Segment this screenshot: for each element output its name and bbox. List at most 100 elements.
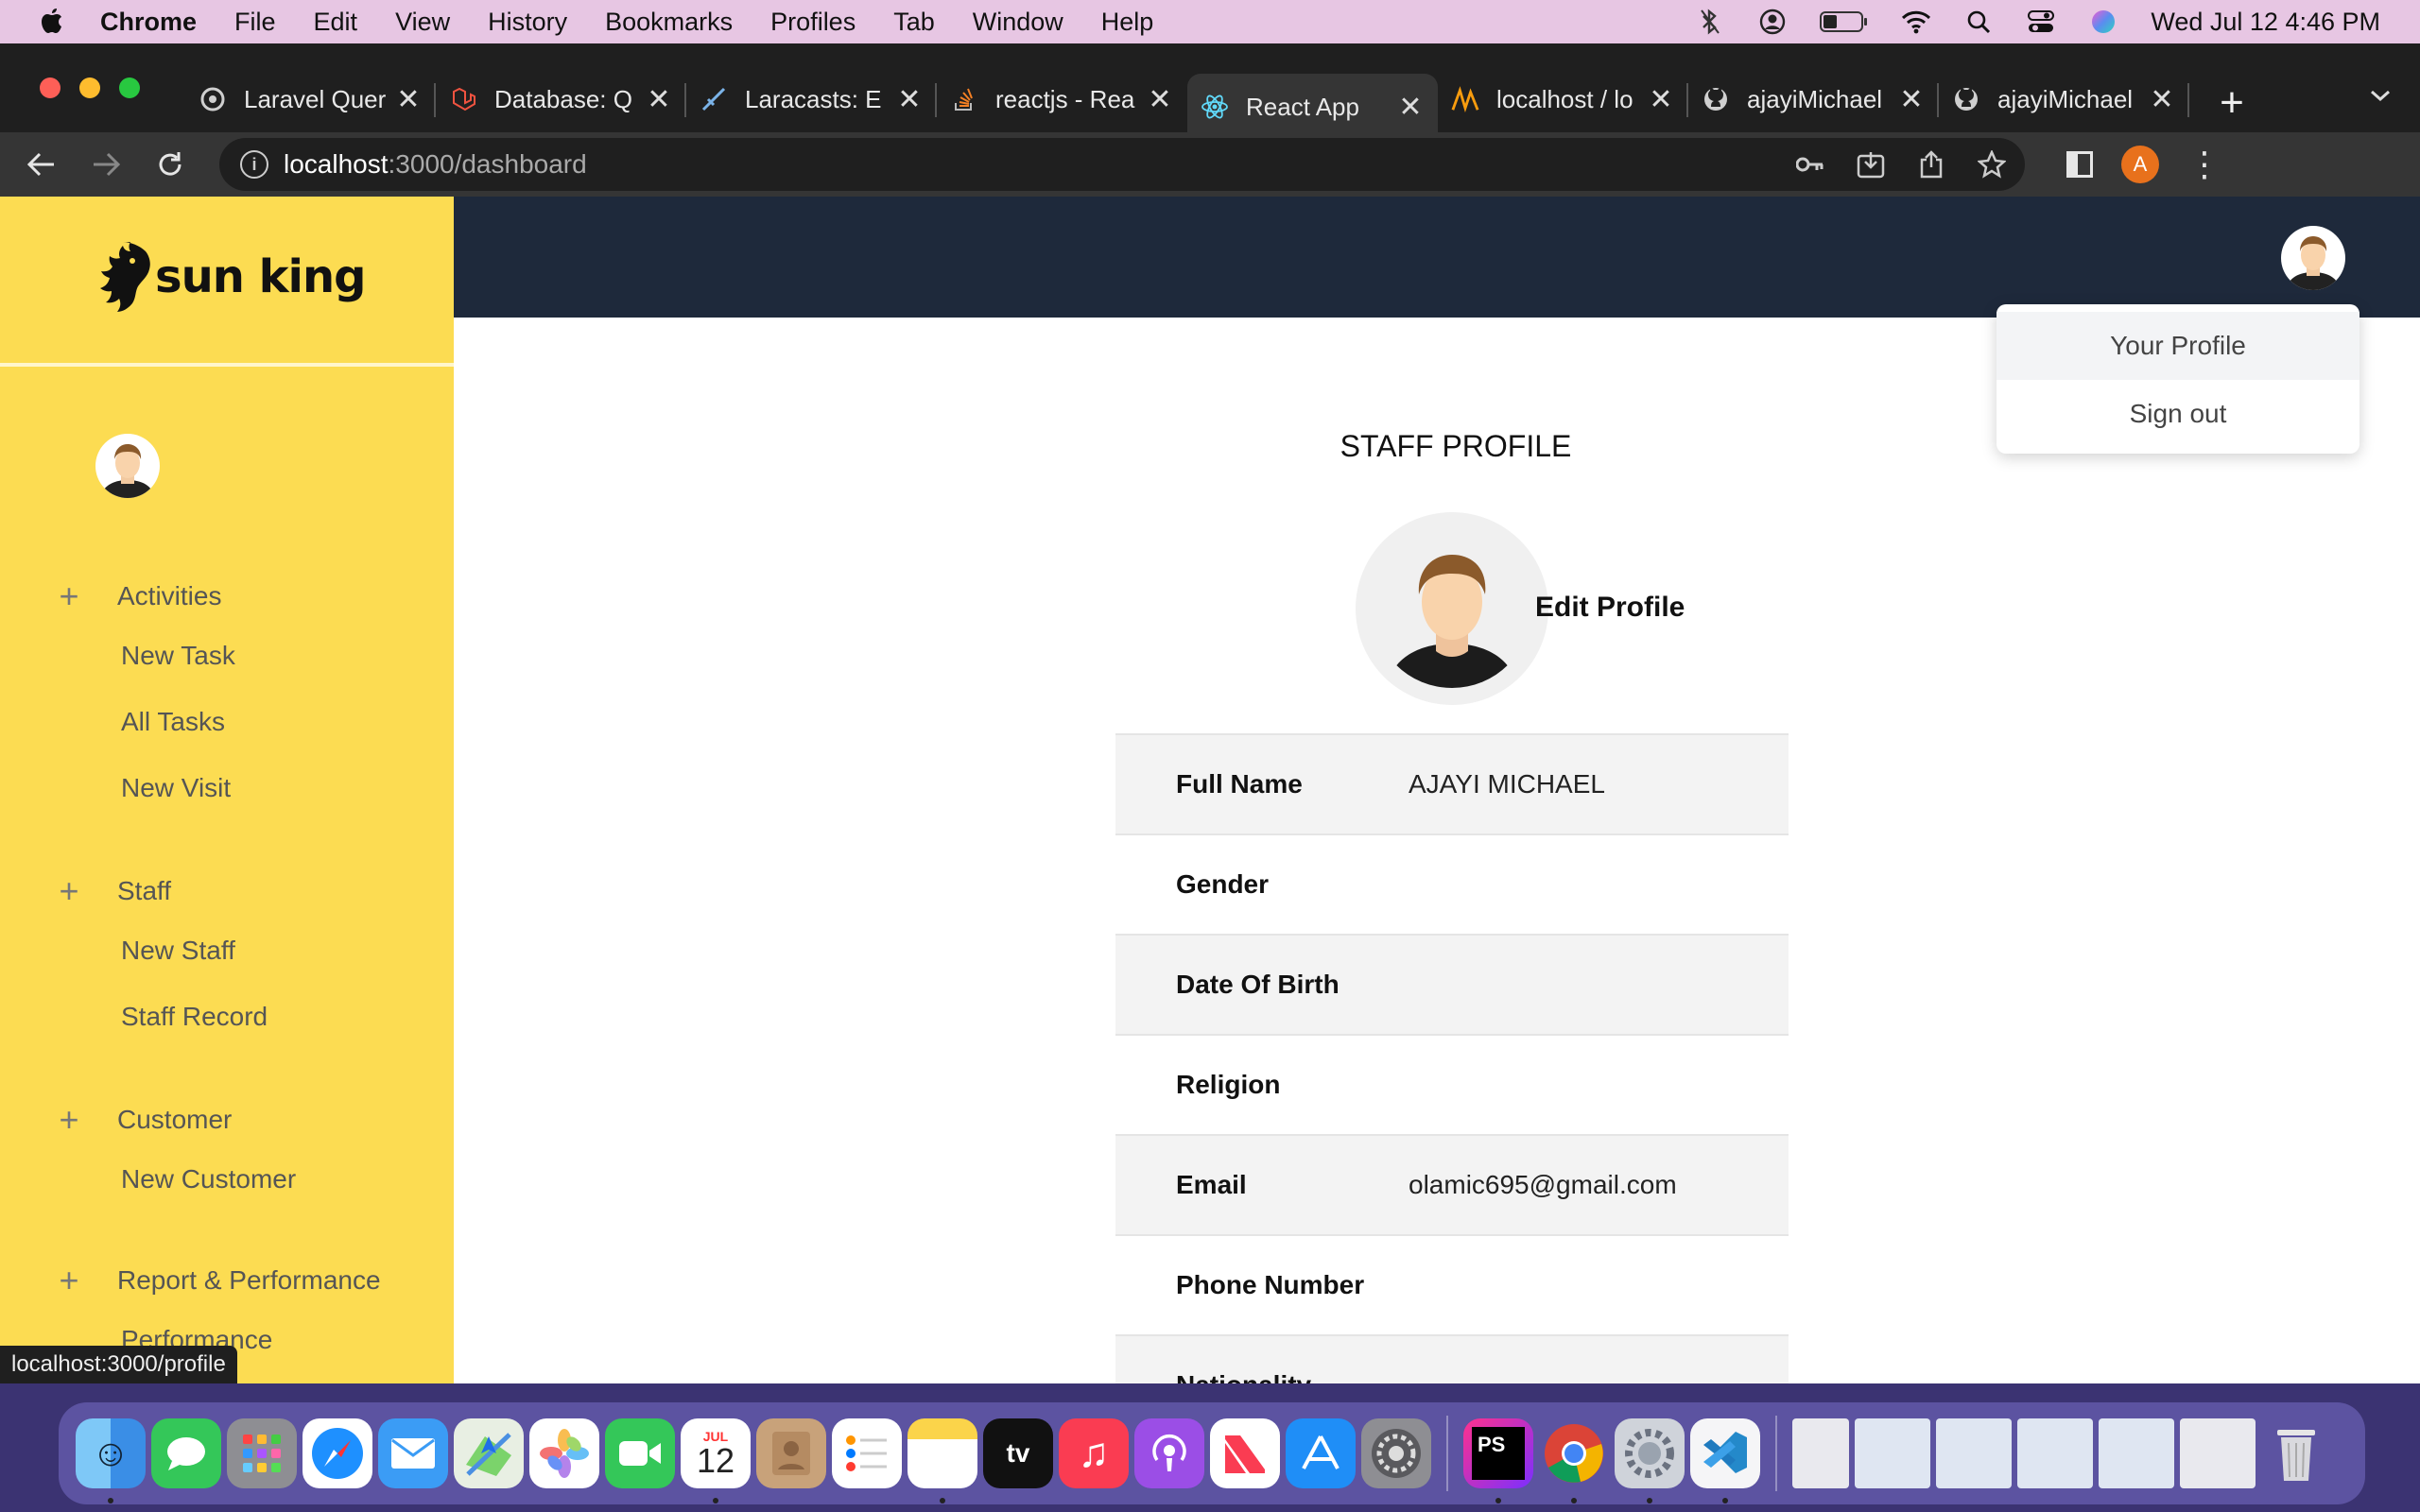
- facetime-icon[interactable]: [605, 1418, 675, 1488]
- chrome-profile-avatar[interactable]: A: [2121, 146, 2159, 183]
- browser-tab[interactable]: ajayiMichael ✕: [1939, 70, 2189, 129]
- system-preferences-gear-icon[interactable]: [1615, 1418, 1685, 1503]
- close-window-button[interactable]: [40, 77, 60, 98]
- contacts-icon[interactable]: [756, 1418, 826, 1488]
- menu-view[interactable]: View: [395, 8, 450, 37]
- sun-king-logo[interactable]: sun king: [95, 238, 367, 316]
- tab-close-icon[interactable]: ✕: [895, 84, 924, 115]
- sidebar-item-new-staff[interactable]: New Staff: [121, 936, 235, 966]
- sidebar-section-activities[interactable]: + Activities: [55, 576, 221, 616]
- phpstorm-icon[interactable]: PS: [1463, 1418, 1533, 1503]
- tab-close-icon[interactable]: ✕: [394, 84, 423, 115]
- maps-icon[interactable]: [454, 1418, 524, 1488]
- user-account-icon[interactable]: [1757, 9, 1788, 35]
- browser-tab[interactable]: Laracasts: E ✕: [686, 70, 937, 129]
- wifi-icon[interactable]: [1901, 9, 1931, 35]
- messages-icon[interactable]: [151, 1418, 221, 1488]
- plus-icon[interactable]: +: [55, 871, 83, 911]
- edit-profile-link[interactable]: Edit Profile: [1535, 592, 1685, 624]
- battery-icon[interactable]: [1820, 9, 1869, 35]
- zoom-window-button[interactable]: [119, 77, 140, 98]
- back-arrow-icon[interactable]: [25, 147, 59, 181]
- plus-icon[interactable]: +: [55, 576, 83, 616]
- screenshot-thumbnail-icon[interactable]: [1855, 1418, 1930, 1488]
- browser-tab[interactable]: localhost / lo ✕: [1438, 70, 1688, 129]
- spotlight-search-icon[interactable]: [1963, 9, 1994, 35]
- finder-icon[interactable]: ☺: [76, 1418, 146, 1503]
- reminders-icon[interactable]: [832, 1418, 902, 1488]
- browser-tab[interactable]: Laravel Quer ✕: [185, 70, 436, 129]
- menubar-clock[interactable]: Wed Jul 12 4:46 PM: [2151, 8, 2380, 37]
- safari-icon[interactable]: [302, 1418, 372, 1488]
- vscode-icon[interactable]: [1690, 1418, 1760, 1503]
- system-settings-icon[interactable]: [1361, 1418, 1431, 1488]
- reload-icon[interactable]: [153, 147, 187, 181]
- browser-tab[interactable]: React App ✕: [1187, 74, 1438, 140]
- podcasts-icon[interactable]: [1134, 1418, 1204, 1488]
- plus-icon[interactable]: +: [55, 1100, 83, 1140]
- user-menu-avatar[interactable]: [2280, 225, 2346, 291]
- site-info-icon[interactable]: i: [240, 150, 268, 179]
- menu-help[interactable]: Help: [1101, 8, 1154, 37]
- side-panel-icon[interactable]: [2066, 151, 2093, 178]
- pdf-document-icon[interactable]: [1792, 1418, 1849, 1488]
- sidebar-item-new-task[interactable]: New Task: [121, 641, 235, 671]
- tab-close-icon[interactable]: ✕: [2148, 84, 2176, 115]
- address-bar[interactable]: i localhost:3000/dashboard: [219, 138, 2025, 191]
- tab-close-icon[interactable]: ✕: [1396, 92, 1425, 123]
- sidebar-item-staff-record[interactable]: Staff Record: [121, 1002, 268, 1032]
- share-icon[interactable]: [1915, 148, 1947, 180]
- password-key-icon[interactable]: [1794, 148, 1826, 180]
- screenshot-thumbnail-icon[interactable]: [2017, 1418, 2093, 1488]
- screenshot-thumbnail-icon[interactable]: [1936, 1418, 2012, 1488]
- menu-window[interactable]: Window: [973, 8, 1063, 37]
- sidebar-item-new-visit[interactable]: New Visit: [121, 773, 231, 803]
- apple-tv-icon[interactable]: tv: [983, 1418, 1053, 1488]
- forward-arrow-icon[interactable]: [89, 147, 123, 181]
- your-profile-menu-item[interactable]: Your Profile: [1996, 312, 2360, 380]
- minimize-window-button[interactable]: [79, 77, 100, 98]
- sidebar-section-staff[interactable]: + Staff: [55, 871, 171, 911]
- menu-tab[interactable]: Tab: [893, 8, 935, 37]
- browser-tab[interactable]: reactjs - Rea ✕: [937, 70, 1187, 129]
- bluetooth-off-icon[interactable]: [1695, 9, 1725, 35]
- chrome-menu-icon[interactable]: ⋮: [2187, 145, 2221, 184]
- menu-history[interactable]: History: [488, 8, 567, 37]
- tab-close-icon[interactable]: ✕: [1146, 84, 1174, 115]
- tab-close-icon[interactable]: ✕: [1897, 84, 1926, 115]
- screenshot-thumbnail-icon[interactable]: [2099, 1418, 2174, 1488]
- tab-close-icon[interactable]: ✕: [645, 84, 673, 115]
- downloads-stack-icon[interactable]: [2180, 1418, 2256, 1488]
- notes-icon[interactable]: [908, 1418, 977, 1503]
- install-app-icon[interactable]: [1855, 148, 1887, 180]
- app-store-icon[interactable]: [1286, 1418, 1356, 1488]
- sidebar-section-report-performance[interactable]: + Report & Performance: [55, 1261, 380, 1300]
- mail-icon[interactable]: [378, 1418, 448, 1488]
- chrome-icon[interactable]: [1539, 1418, 1609, 1503]
- sidebar-section-customer[interactable]: + Customer: [55, 1100, 232, 1140]
- menu-app-name[interactable]: Chrome: [100, 8, 197, 37]
- menu-file[interactable]: File: [234, 8, 276, 37]
- calendar-icon[interactable]: JUL 12: [681, 1418, 751, 1503]
- menu-bookmarks[interactable]: Bookmarks: [605, 8, 733, 37]
- plus-icon[interactable]: +: [55, 1261, 83, 1300]
- browser-tab[interactable]: ajayiMichael ✕: [1688, 70, 1939, 129]
- news-icon[interactable]: [1210, 1418, 1280, 1488]
- bookmark-star-icon[interactable]: [1976, 148, 2008, 180]
- sign-out-menu-item[interactable]: Sign out: [1996, 380, 2360, 448]
- tab-close-icon[interactable]: ✕: [1647, 84, 1675, 115]
- launchpad-icon[interactable]: [227, 1418, 297, 1488]
- control-center-icon[interactable]: [2026, 9, 2056, 35]
- sidebar-item-new-customer[interactable]: New Customer: [121, 1164, 296, 1194]
- music-icon[interactable]: ♫: [1059, 1418, 1129, 1488]
- trash-icon[interactable]: [2261, 1418, 2331, 1488]
- sidebar-item-all-tasks[interactable]: All Tasks: [121, 707, 225, 737]
- sidebar-user-avatar[interactable]: [95, 433, 161, 499]
- tab-search-chevron-icon[interactable]: [2369, 83, 2392, 110]
- siri-icon[interactable]: [2088, 9, 2118, 35]
- browser-tab[interactable]: Database: Q ✕: [436, 70, 686, 129]
- menu-profiles[interactable]: Profiles: [770, 8, 856, 37]
- photos-icon[interactable]: [529, 1418, 599, 1488]
- new-tab-plus-icon[interactable]: +: [2208, 79, 2256, 127]
- menu-edit[interactable]: Edit: [314, 8, 358, 37]
